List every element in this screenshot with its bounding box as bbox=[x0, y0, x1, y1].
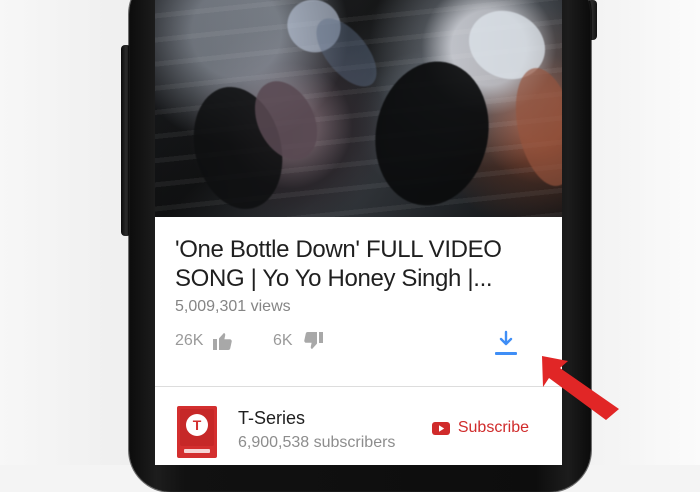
channel-name[interactable]: T-Series bbox=[238, 407, 395, 429]
video-title[interactable]: 'One Bottle Down' FULL VIDEO SONG | Yo Y… bbox=[175, 235, 525, 293]
video-info: 'One Bottle Down' FULL VIDEO SONG | Yo Y… bbox=[175, 235, 525, 317]
view-count: 5,009,301 views bbox=[175, 298, 291, 315]
dislike-count: 6K bbox=[273, 332, 293, 349]
like-count: 26K bbox=[175, 332, 204, 349]
subscriber-count: 6,900,538 subscribers bbox=[238, 434, 396, 451]
section-divider bbox=[155, 386, 562, 387]
download-icon bbox=[495, 330, 517, 355]
like-button[interactable]: 26K bbox=[175, 329, 235, 353]
channel-info: T-Series 6,900,538 subscribers bbox=[238, 407, 395, 453]
thumbs-up-icon bbox=[211, 329, 235, 353]
subscribe-button[interactable]: Subscribe bbox=[431, 418, 529, 438]
dislike-button[interactable]: 6K bbox=[273, 329, 325, 353]
subscribe-label: Subscribe bbox=[457, 419, 529, 436]
channel-row: T T-Series 6,900,538 subscribers Subscri… bbox=[167, 402, 547, 462]
video-actions: 26K 6K bbox=[175, 329, 542, 361]
red-arrow-icon bbox=[542, 356, 619, 420]
video-scene-shape bbox=[363, 51, 501, 216]
logo-text: T bbox=[193, 417, 202, 433]
video-scene-shape bbox=[506, 62, 562, 192]
video-player[interactable] bbox=[155, 0, 562, 217]
phone-screen: 'One Bottle Down' FULL VIDEO SONG | Yo Y… bbox=[155, 0, 562, 465]
channel-avatar[interactable]: T bbox=[167, 402, 227, 462]
t-series-logo-icon: T bbox=[177, 406, 217, 458]
download-button[interactable] bbox=[490, 329, 522, 359]
youtube-play-icon bbox=[431, 421, 450, 435]
thumbs-down-icon bbox=[301, 329, 325, 353]
